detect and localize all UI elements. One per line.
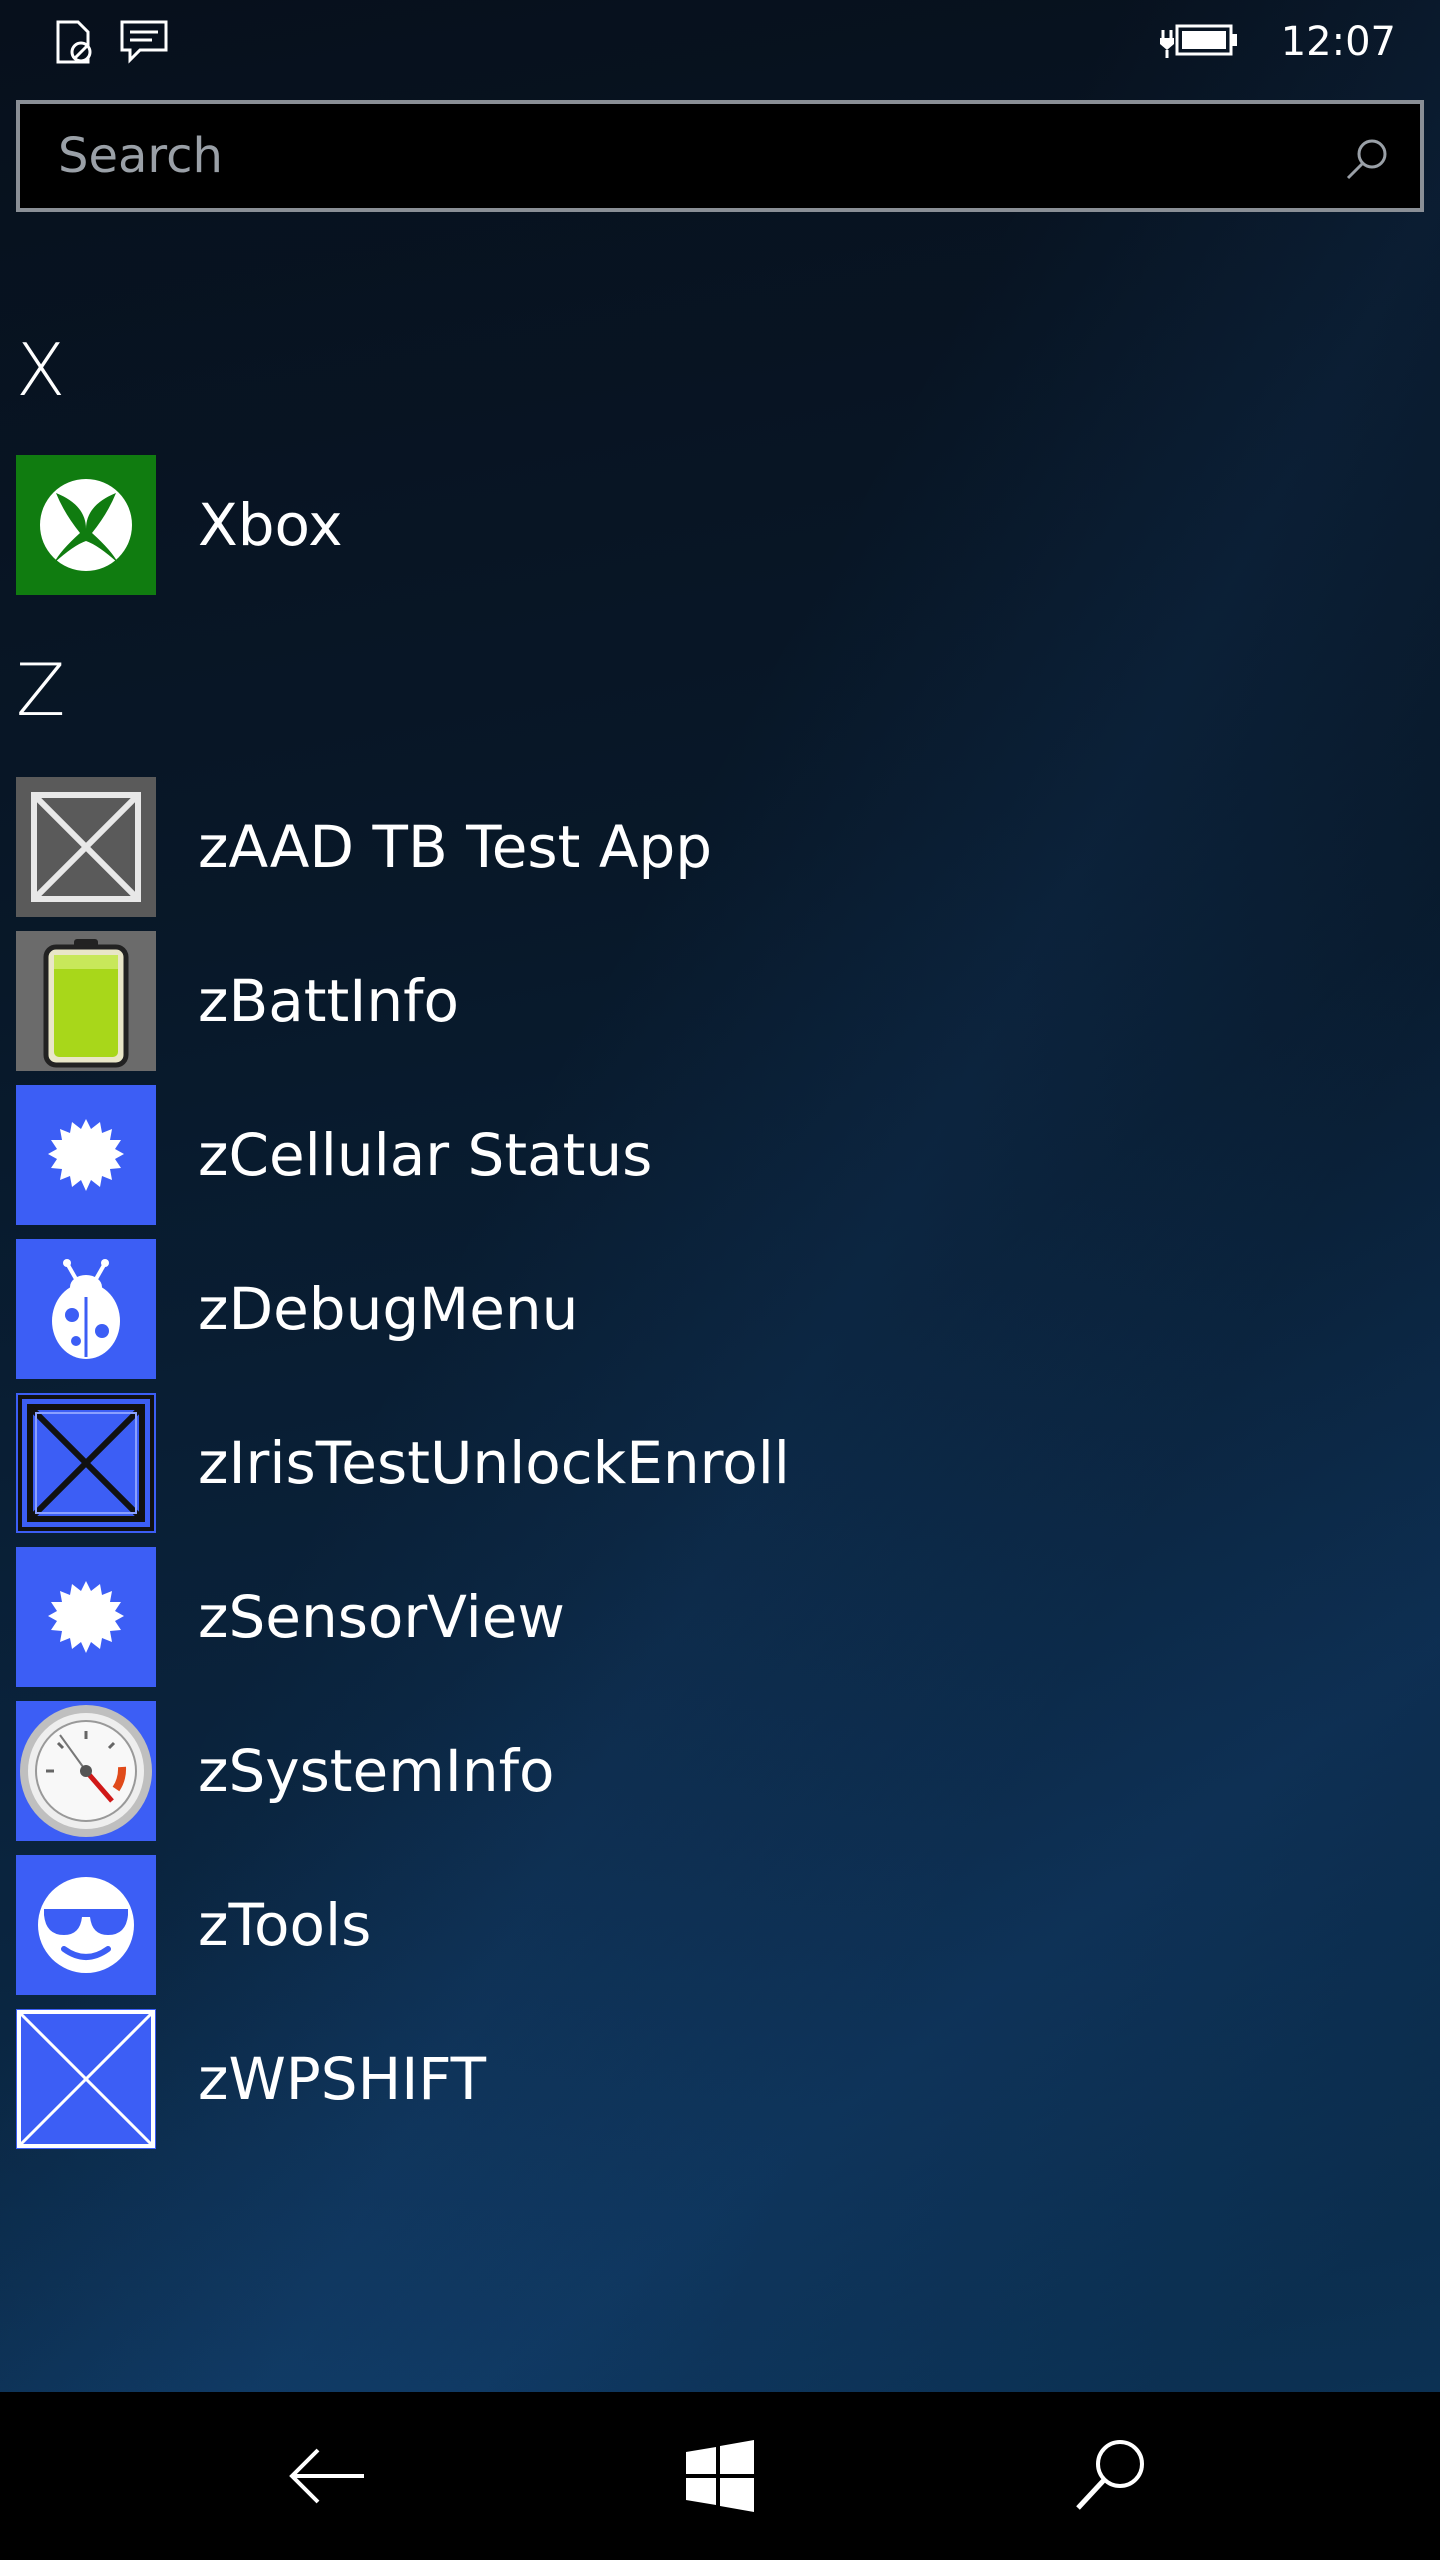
starburst-icon [48,1119,124,1191]
app-item-zaad-tb-test-app[interactable]: zAAD TB Test App [16,777,1424,917]
app-name: zWPSHIFT [198,2045,487,2113]
app-tile [16,2009,156,2149]
search-box[interactable] [16,100,1424,212]
app-tile [16,455,156,595]
app-item-zsysteminfo[interactable]: zSystemInfo [16,1701,1424,1841]
app-name: zIrisTestUnlockEnroll [198,1429,790,1497]
app-name: zCellular Status [198,1121,653,1189]
app-tile [16,1547,156,1687]
clock: 12:07 [1280,19,1396,65]
xbox-icon [40,479,132,571]
windows-start-icon[interactable] [670,2426,770,2526]
starburst-icon [48,1581,124,1653]
app-name: zDebugMenu [198,1275,579,1343]
status-bar: 12:07 [0,0,1440,84]
back-icon[interactable] [278,2426,378,2526]
app-tile [16,1701,156,1841]
app-item-xbox[interactable]: Xbox [16,455,1424,595]
app-tile [16,1085,156,1225]
navigation-bar [0,2392,1440,2560]
message-icon [118,18,170,70]
app-tile [16,777,156,917]
status-left [54,18,170,70]
app-name: zAAD TB Test App [198,813,713,881]
battery-charging-icon [1157,16,1241,68]
battery-icon [43,939,129,1068]
app-tile [16,1239,156,1379]
app-item-ziristestunlockenroll[interactable]: zIrisTestUnlockEnroll [16,1393,1424,1533]
status-right: 12:07 [1157,14,1396,70]
app-item-zbattinfo[interactable]: zBattInfo [16,931,1424,1071]
placeholder-x-icon [18,1395,154,1531]
placeholder-x-icon [17,2010,155,2148]
app-item-zcellular-status[interactable]: zCellular Status [16,1085,1424,1225]
search-input[interactable] [58,116,1298,196]
app-name: zBattInfo [198,967,460,1035]
bug-icon [52,1259,120,1359]
search-icon[interactable] [1342,134,1392,188]
app-name: Xbox [198,491,343,559]
app-name: zSensorView [198,1583,565,1651]
app-name: zTools [198,1891,372,1959]
app-tile [16,1855,156,1995]
app-item-zdebugmenu[interactable]: zDebugMenu [16,1239,1424,1379]
sim-card-blocked-icon [54,18,96,70]
group-header-z[interactable]: Z [16,640,65,740]
gauge-icon [20,1705,152,1837]
sunglasses-face-icon [38,1877,134,1973]
app-item-ztools[interactable]: zTools [16,1855,1424,1995]
search-icon[interactable] [1062,2426,1162,2526]
placeholder-x-icon [31,792,141,902]
group-header-x[interactable]: X [16,320,65,420]
app-name: zSystemInfo [198,1737,555,1805]
app-tile [16,1393,156,1533]
app-item-zsensorview[interactable]: zSensorView [16,1547,1424,1687]
app-tile [16,931,156,1071]
app-item-zwpshift[interactable]: zWPSHIFT [16,2009,1424,2149]
